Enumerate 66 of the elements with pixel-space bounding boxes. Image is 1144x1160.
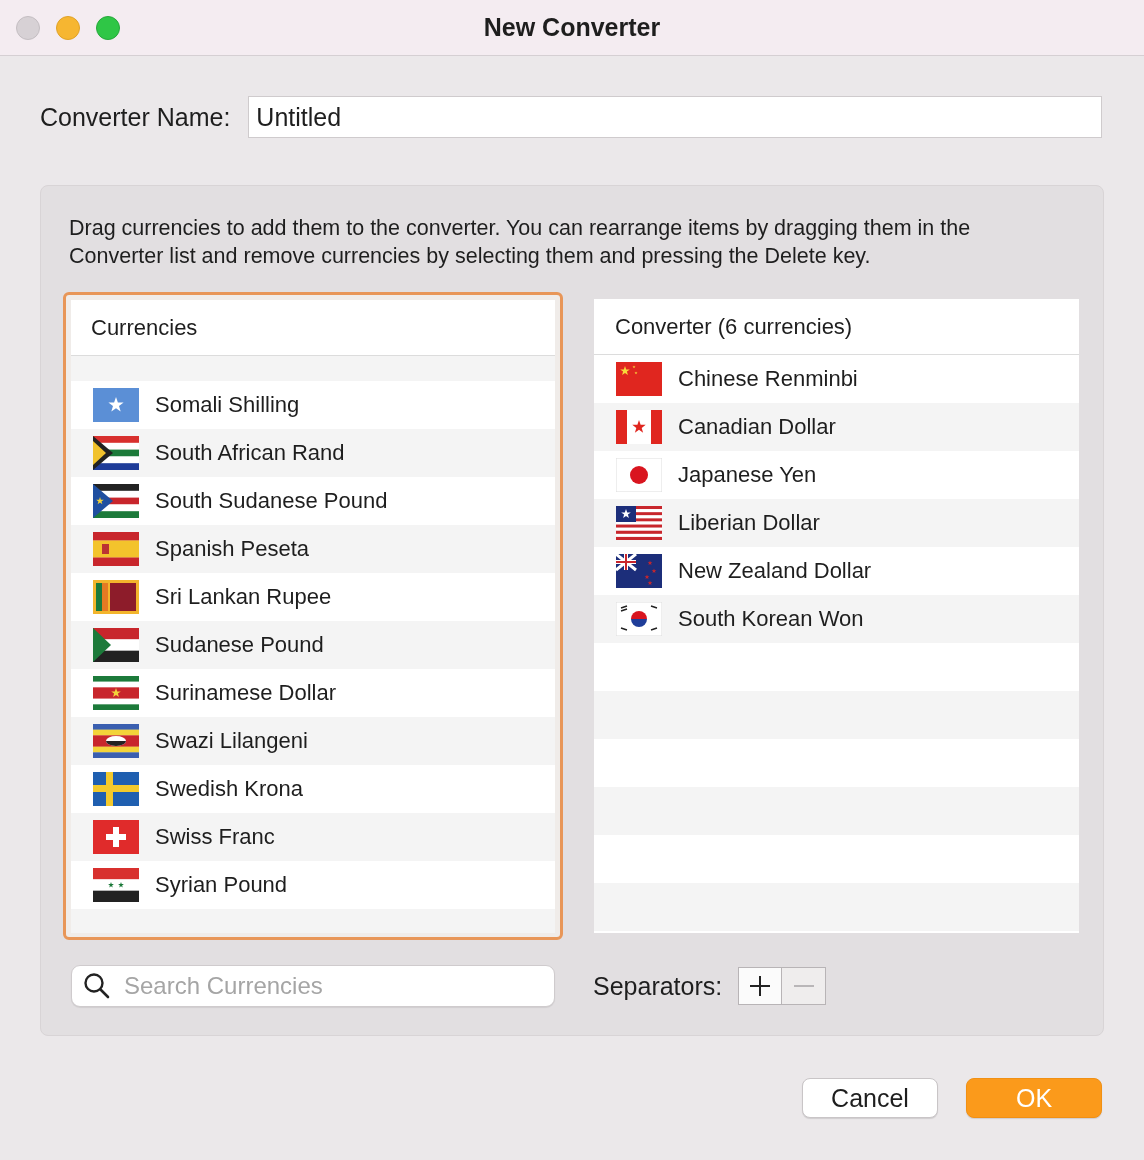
converter-row[interactable]: South Korean Won [594,595,1079,643]
name-field[interactable]: Untitled [248,96,1102,138]
cancel-button[interactable]: Cancel [802,1078,938,1118]
currency-row[interactable]: South African Rand [71,429,555,477]
window-title: New Converter [483,13,661,41]
currency-name: Canadian Dollar [678,414,836,440]
search-input[interactable]: Search Currencies [122,971,526,1001]
converter-row[interactable]: Liberian Dollar [594,499,1079,547]
separators-label: Separators: [593,971,723,1001]
flag-icon [93,484,139,518]
currency-row[interactable]: Sri Lankan Rupee [71,573,555,621]
search-icon [84,973,110,999]
flag-icon [93,628,139,662]
currency-name: South Korean Won [678,606,864,632]
currency-row[interactable]: Sudanese Pound [71,621,555,669]
currency-name: South Sudanese Pound [155,488,388,514]
flag-icon [93,676,139,710]
flag-icon [616,362,662,396]
currency-row[interactable]: Syrian Pound [71,861,555,909]
currency-name: Liberian Dollar [678,510,820,536]
converter-row[interactable]: Canadian Dollar [594,403,1079,451]
currency-name: Syrian Pound [155,872,288,898]
flag-icon [93,772,139,806]
field-label: Converter Name: [40,102,231,132]
currency-row[interactable]: Somali Shilling [71,381,555,429]
search-field[interactable]: Search Currencies [71,965,555,1007]
plus-icon [749,975,772,997]
flag-icon [616,506,662,540]
currency-row[interactable]: Swedish Krona [71,765,555,813]
flag-icon [616,458,662,492]
currency-name: Swazi Lilangeni [155,728,308,754]
currency-name: Swiss Franc [155,824,275,850]
currency-name: Chinese Renminbi [678,366,858,392]
currency-name: Sudanese Pound [155,632,324,658]
flag-icon [93,820,139,854]
flag-icon [616,602,662,636]
currency-row[interactable]: Swiss Franc [71,813,555,861]
flag-icon [93,436,139,470]
minus-icon [792,984,815,988]
currency-name: Japanese Yen [678,462,817,488]
instructions-text: Drag currencies to add them to the converter. You can rearrange items by dragging them in the Converter list and remove currencies by selecting them and pressing the Delete key. [69,215,972,270]
flag-icon [616,554,662,588]
add-button[interactable] [738,967,783,1005]
flag-icon [93,724,139,758]
converter-list[interactable]: Converter (6 currencies) Chinese Renminbi Canadian Dollar Japanese Yen Liberian Dollar New Zealand Dollar South Korean Won [594,299,1079,933]
minimize-button[interactable] [56,15,80,40]
currency-name: Swedish Krona [155,776,303,802]
close-button[interactable] [16,15,40,40]
currency-name: Spanish Peseta [155,536,310,562]
currency-name: New Zealand Dollar [678,558,872,584]
flag-icon [93,388,139,422]
currency-list[interactable]: Currencies Somali Shilling South African Rand South Sudanese Pound Spanish Peseta Sri Lankan Rupee Sudanese Pound Surinamese Dollar Swazi Lilangeni Swedish Krona Swiss Franc Syrian Pound [63,292,563,940]
zoom-button[interactable] [96,15,120,40]
flag-icon [93,532,139,566]
list-header: Currencies [71,300,555,356]
flag-icon [93,868,139,902]
currency-row[interactable]: Surinamese Dollar [71,669,555,717]
currency-name: Sri Lankan Rupee [155,584,332,610]
currency-row[interactable]: South Sudanese Pound [71,477,555,525]
currency-name: South African Rand [155,440,345,466]
currency-name: Surinamese Dollar [155,680,336,706]
flag-icon [616,410,662,444]
currency-row[interactable]: Swazi Lilangeni [71,717,555,765]
flag-icon [93,580,139,614]
currency-row[interactable]: Spanish Peseta [71,525,555,573]
currency-name: Somali Shilling [155,392,300,418]
